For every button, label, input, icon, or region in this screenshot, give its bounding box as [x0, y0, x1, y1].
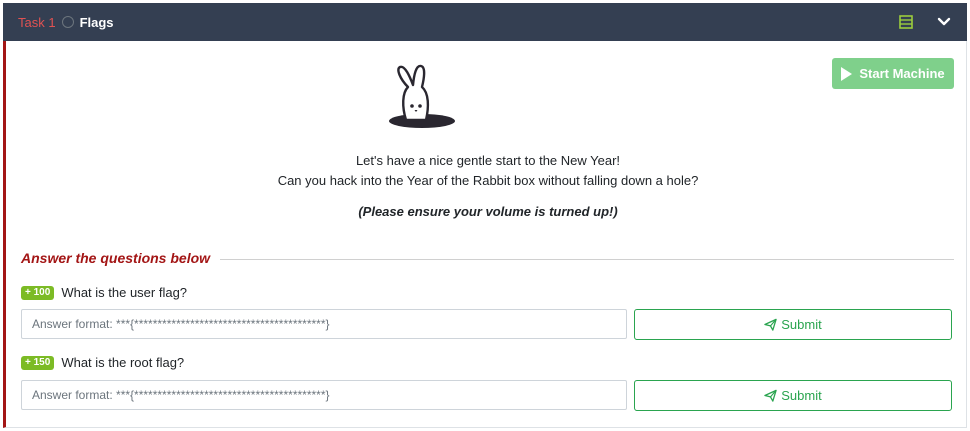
intro-text: Let's have a nice gentle start to the Ne… — [6, 151, 970, 191]
task-body: Start Machine Let's have a nice gentle s… — [3, 41, 967, 428]
rabbit-in-hole-image — [389, 64, 455, 128]
user-flag-input[interactable] — [21, 309, 627, 339]
paper-plane-icon — [764, 318, 777, 331]
submit-user-flag-button[interactable]: Submit — [634, 309, 952, 340]
points-badge: + 150 — [21, 355, 55, 370]
start-machine-button[interactable]: Start Machine — [832, 58, 954, 89]
task-number: Task 1 — [18, 14, 56, 30]
submit-label: Submit — [781, 388, 822, 403]
question-2: + 150 What is the root flag? — [21, 355, 184, 370]
paper-plane-icon — [764, 389, 777, 402]
chevron-down-icon[interactable] — [935, 13, 953, 31]
answer-heading: Answer the questions below — [21, 250, 211, 266]
volume-note: (Please ensure your volume is turned up!… — [358, 204, 618, 219]
submit-label: Submit — [781, 317, 822, 332]
play-icon — [841, 66, 853, 81]
question-1: + 100 What is the user flag? — [21, 285, 187, 300]
root-flag-input[interactable] — [21, 380, 627, 410]
task-status-circle-icon — [61, 16, 74, 28]
list-icon[interactable] — [897, 13, 915, 31]
task-title: Flags — [79, 14, 114, 30]
points-badge: + 100 — [21, 285, 55, 300]
submit-root-flag-button[interactable]: Submit — [634, 380, 952, 411]
intro-line-2: Can you hack into the Year of the Rabbit… — [277, 173, 699, 188]
task-header[interactable]: Task 1 Flags — [3, 3, 967, 41]
start-machine-label: Start Machine — [859, 66, 945, 81]
heading-divider — [220, 259, 954, 260]
intro-line-1: Let's have a nice gentle start to the Ne… — [355, 153, 621, 168]
question-text: What is the root flag? — [61, 355, 185, 370]
question-text: What is the user flag? — [61, 285, 188, 300]
